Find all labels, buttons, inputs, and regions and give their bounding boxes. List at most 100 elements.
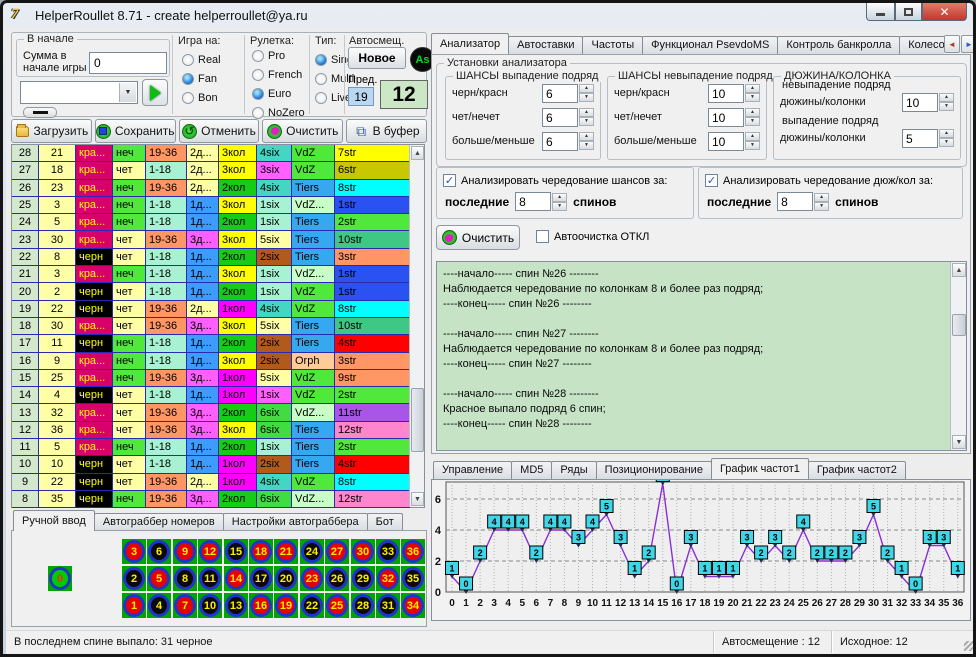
dozen-spins-spinner[interactable]: 8▲▼: [777, 192, 829, 211]
table-row[interactable]: 1711черннеч1-181д...2кол2sixTiers4str: [12, 335, 410, 352]
spinner-value[interactable]: 8: [515, 192, 551, 211]
tab-частоты[interactable]: Частоты: [582, 36, 643, 54]
table-row[interactable]: 115кра...неч1-181д...2кол1sixTiers2str: [12, 439, 410, 456]
spinner-up-icon[interactable]: ▲: [579, 132, 594, 141]
spinner-value[interactable]: 8: [777, 192, 813, 211]
scroll-up-icon[interactable]: ▲: [411, 146, 424, 160]
radio-french[interactable]: French: [252, 65, 305, 84]
board-cell-36[interactable]: 36: [401, 539, 425, 564]
scroll-down-icon[interactable]: ▼: [952, 435, 966, 449]
tab-scroll-left-icon[interactable]: ◄: [944, 35, 960, 53]
maximize-button[interactable]: [895, 3, 922, 21]
spinner-up-icon[interactable]: ▲: [745, 108, 760, 117]
spinner-down-icon[interactable]: ▼: [745, 141, 760, 150]
tab-график-частот2[interactable]: График частот2: [808, 461, 906, 479]
board-cell-11[interactable]: 11: [198, 566, 222, 591]
spinner-value[interactable]: 10: [902, 93, 938, 112]
play-button[interactable]: [142, 79, 168, 106]
table-row[interactable]: 1525кра...неч19-363д...1кол5sixVdZ9str: [12, 370, 410, 387]
spinner-down-icon[interactable]: ▼: [579, 93, 594, 102]
table-scrollbar[interactable]: ▲ ▼: [409, 145, 424, 507]
board-cell-18[interactable]: 18: [249, 539, 273, 564]
table-row[interactable]: 2623кра...неч19-362д...2кол4sixTiers8str: [12, 180, 410, 197]
start-sum-input[interactable]: 0: [89, 52, 167, 74]
table-row[interactable]: 2718кра...чет1-182д...3кол3sixVdZ6str: [12, 162, 410, 179]
analyze-dozen-checkbox[interactable]: ✓ Анализировать чередование дюж/кол за:: [705, 174, 962, 187]
board-cell-33[interactable]: 33: [376, 539, 400, 564]
spinner-down-icon[interactable]: ▼: [939, 138, 954, 147]
table-row[interactable]: 213кра...неч1-181д...3кол1sixVdZ...1str: [12, 266, 410, 283]
board-cell-12[interactable]: 12: [198, 539, 222, 564]
spinner-value[interactable]: 10: [708, 108, 744, 127]
board-cell-6[interactable]: 6: [147, 539, 171, 564]
session-combobox[interactable]: ▼: [20, 81, 138, 104]
spinner-up-icon[interactable]: ▲: [745, 132, 760, 141]
spinner-up-icon[interactable]: ▲: [579, 84, 594, 93]
spinner-up-icon[interactable]: ▲: [939, 129, 954, 138]
radio-pro[interactable]: Pro: [252, 46, 305, 65]
board-cell-23[interactable]: 23: [300, 566, 324, 591]
radio-bon[interactable]: Bon: [182, 88, 221, 107]
table-row[interactable]: 245кра...неч1-181д...2кол1sixTiers2str: [12, 214, 410, 231]
setting-spinner[interactable]: 5▲▼: [902, 129, 954, 148]
spinner-value[interactable]: 6: [542, 132, 578, 151]
scroll-down-icon[interactable]: ▼: [411, 492, 424, 506]
table-row[interactable]: 253кра...неч1-181д...3кол1sixVdZ...1str: [12, 197, 410, 214]
table-row[interactable]: 1830кра...чет19-363д...3кол5sixTiers10st…: [12, 318, 410, 335]
board-cell-8[interactable]: 8: [173, 566, 197, 591]
board-cell-2[interactable]: 2: [122, 566, 146, 591]
tab-автограббер-номеров[interactable]: Автограббер номеров: [94, 513, 224, 531]
board-cell-19[interactable]: 19: [274, 593, 298, 618]
analyze-chances-checkbox[interactable]: ✓ Анализировать чередование шансов за:: [443, 174, 693, 187]
spinner-down-icon[interactable]: ▼: [579, 141, 594, 150]
tab-график-частот1[interactable]: График частот1: [711, 458, 809, 479]
board-cell-3[interactable]: 3: [122, 539, 146, 564]
table-row[interactable]: 144чернчет1-181д...1кол1sixVdZ2str: [12, 387, 410, 404]
spinner-down-icon[interactable]: ▼: [745, 93, 760, 102]
spinner-up-icon[interactable]: ▲: [939, 93, 954, 102]
chances-spins-spinner[interactable]: 8▲▼: [515, 192, 567, 211]
scrollbar-thumb[interactable]: [952, 314, 966, 336]
tab-функционал-psevdoms[interactable]: Функционал PsevdoMS: [642, 36, 778, 54]
new-button[interactable]: Новое: [348, 47, 406, 69]
log-scrollbar[interactable]: ▲ ▼: [950, 262, 966, 450]
table-row[interactable]: 228чернчет1-181д...2кол2sixTiers3str: [12, 249, 410, 266]
board-cell-34[interactable]: 34: [401, 593, 425, 618]
table-row[interactable]: 202чернчет1-181д...2кол1sixVdZ1str: [12, 283, 410, 300]
collapse-button[interactable]: [23, 107, 57, 118]
table-row[interactable]: 1332кра...чет19-363д...2кол6sixVdZ...11s…: [12, 404, 410, 421]
tab-ряды[interactable]: Ряды: [551, 461, 596, 479]
clear-button[interactable]: Очистить: [262, 119, 343, 143]
spinner-up-icon[interactable]: ▲: [579, 108, 594, 117]
tab-позиционирование[interactable]: Позиционирование: [596, 461, 712, 479]
table-row[interactable]: 1922чернчет19-362д...1кол4sixVdZ8str: [12, 301, 410, 318]
spinner-value[interactable]: 6: [542, 108, 578, 127]
save-button[interactable]: Сохранить: [95, 119, 176, 143]
board-cell-21[interactable]: 21: [274, 539, 298, 564]
tab-бот[interactable]: Бот: [367, 513, 403, 531]
spinner-value[interactable]: 10: [708, 84, 744, 103]
setting-spinner[interactable]: 10▲▼: [708, 84, 760, 103]
table-row[interactable]: 2330кра...чет19-363д...3кол5sixTiers10st…: [12, 231, 410, 248]
setting-spinner[interactable]: 6▲▼: [542, 108, 594, 127]
setting-spinner[interactable]: 10▲▼: [708, 132, 760, 151]
spinner-down-icon[interactable]: ▼: [814, 202, 829, 211]
copy-to-buffer-button[interactable]: ⧉В буфер: [346, 119, 427, 143]
table-row[interactable]: 1010чернчет1-181д...1кол2sixTiers4str: [12, 456, 410, 473]
board-cell-14[interactable]: 14: [224, 566, 248, 591]
spinner-up-icon[interactable]: ▲: [552, 193, 567, 202]
board-cell-31[interactable]: 31: [376, 593, 400, 618]
tab-контроль-банкролла[interactable]: Контроль банкролла: [777, 36, 900, 54]
table-row[interactable]: 835черннеч19-363д...2кол6sixVdZ...12str: [12, 491, 410, 508]
tab-автоставки[interactable]: Автоставки: [508, 36, 583, 54]
board-cell-26[interactable]: 26: [325, 566, 349, 591]
load-button[interactable]: Загрузить: [11, 119, 92, 143]
board-cell-5[interactable]: 5: [147, 566, 171, 591]
spinner-value[interactable]: 6: [542, 84, 578, 103]
board-cell-4[interactable]: 4: [147, 593, 171, 618]
board-cell-20[interactable]: 20: [274, 566, 298, 591]
spinner-down-icon[interactable]: ▼: [745, 117, 760, 126]
board-cell-35[interactable]: 35: [401, 566, 425, 591]
board-cell-15[interactable]: 15: [224, 539, 248, 564]
tab-ручной-ввод[interactable]: Ручной ввод: [13, 510, 95, 531]
